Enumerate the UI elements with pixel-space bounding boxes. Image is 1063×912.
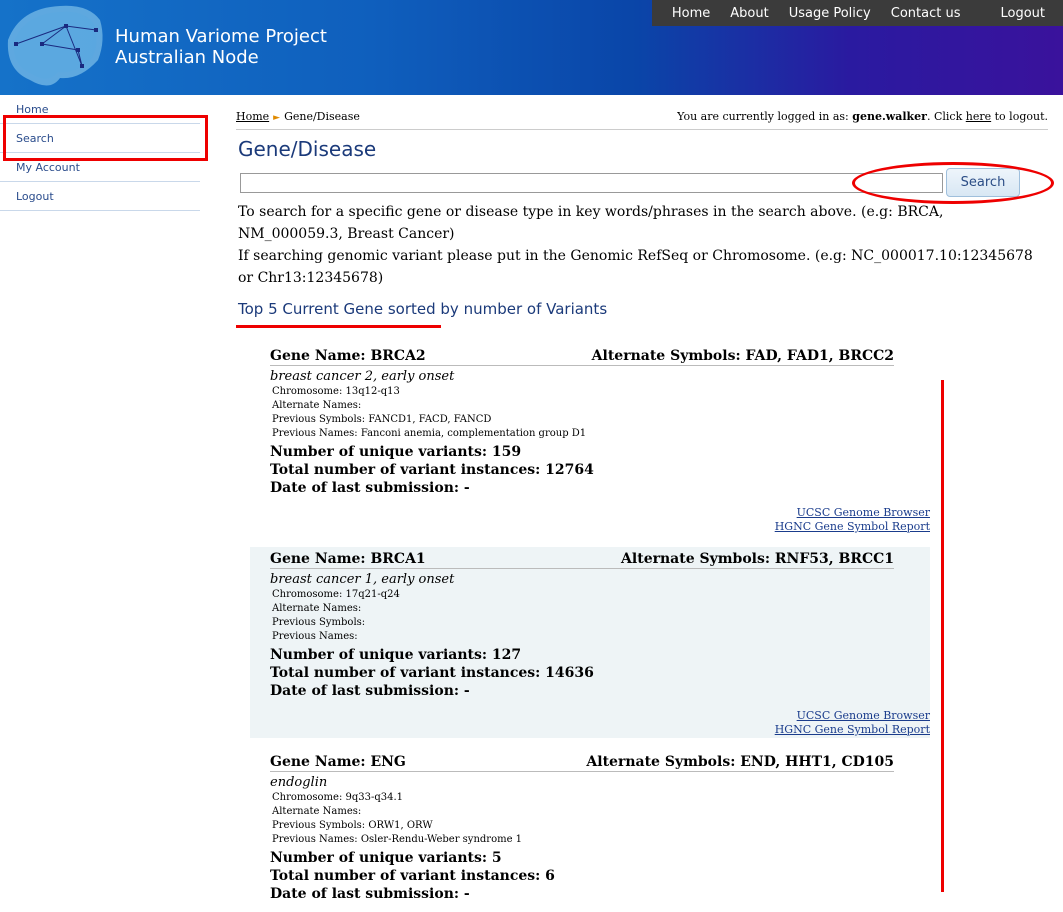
hgnc-report-link[interactable]: HGNC Gene Symbol Report	[270, 520, 930, 534]
gene-alt-names: Alternate Names:	[272, 603, 362, 614]
gene-card: Gene Name: ENG Alternate Symbols: END, H…	[250, 754, 930, 903]
logout-here-link[interactable]: here	[966, 110, 991, 123]
section-title: Top 5 Current Gene sorted by number of V…	[238, 300, 608, 318]
gene-last-submission: Date of last submission: -	[270, 886, 470, 902]
gene-alt-symbols: Alternate Symbols: FAD, FAD1, BRCC2	[591, 348, 894, 364]
gene-total-instances: Total number of variant instances: 14636	[270, 665, 594, 681]
top-nav: Home About Usage Policy Contact us Logou…	[651, 0, 1063, 26]
gene-name: Gene Name: BRCA2	[270, 348, 426, 364]
site-title-line2: Australian Node	[115, 47, 259, 68]
search-input[interactable]	[240, 173, 943, 193]
gene-alt-names: Alternate Names:	[272, 400, 362, 411]
top-nav-logout[interactable]: Logout	[1000, 6, 1045, 21]
login-middle: . Click	[926, 110, 963, 123]
search-help-text: To search for a specific gene or disease…	[238, 201, 1050, 289]
top-nav-home[interactable]: Home	[672, 6, 710, 21]
gene-unique-variants: Number of unique variants: 127	[270, 647, 522, 663]
gene-prev-names: Previous Names: Osler-Rendu-Weber syndro…	[272, 834, 523, 845]
gene-links: UCSC Genome Browser HGNC Gene Symbol Rep…	[270, 709, 930, 737]
gene-total-instances: Total number of variant instances: 12764	[270, 462, 594, 478]
search-help-line2: If searching genomic variant please put …	[238, 248, 1033, 286]
login-suffix: to logout.	[994, 110, 1048, 123]
gene-unique-variants: Number of unique variants: 159	[270, 444, 522, 460]
gene-total-instances: Total number of variant instances: 6	[270, 868, 555, 884]
page-title: Gene/Disease	[238, 137, 377, 161]
gene-prev-names: Previous Names: Fanconi anemia, compleme…	[272, 428, 587, 439]
annotation-underline	[236, 325, 441, 328]
annotation-ellipse-search-button	[852, 162, 1054, 204]
site-title-line1: Human Variome Project	[115, 26, 327, 47]
gene-prev-symbols: Previous Symbols: ORW1, ORW	[272, 820, 433, 831]
gene-meta: Chromosome: 13q12-q13 Alternate Names: P…	[270, 385, 930, 441]
gene-prev-names: Previous Names:	[272, 631, 358, 642]
hvp-logo-icon	[7, 5, 103, 86]
breadcrumb-arrow-icon: ►	[273, 113, 281, 123]
gene-alt-symbols: Alternate Symbols: END, HHT1, CD105	[586, 754, 894, 770]
sidebar-item-logout[interactable]: Logout	[0, 182, 200, 211]
gene-links: UCSC Genome Browser HGNC Gene Symbol Rep…	[270, 506, 930, 534]
gene-meta: Chromosome: 9q33-q34.1 Alternate Names: …	[270, 791, 930, 847]
gene-chromosome: Chromosome: 17q21-q24	[272, 589, 400, 600]
gene-prev-symbols: Previous Symbols:	[272, 617, 366, 628]
sidebar: Home Search My Account Logout	[0, 95, 200, 912]
gene-card-header: Gene Name: BRCA1 Alternate Symbols: RNF5…	[270, 551, 894, 569]
hgnc-report-link[interactable]: HGNC Gene Symbol Report	[270, 723, 930, 737]
login-prefix: You are currently logged in as:	[677, 110, 849, 123]
login-user: gene.walker	[852, 110, 927, 123]
gene-prev-symbols: Previous Symbols: FANCD1, FACD, FANCD	[272, 414, 492, 425]
gene-chromosome: Chromosome: 13q12-q13	[272, 386, 400, 397]
gene-meta: Chromosome: 17q21-q24 Alternate Names: P…	[270, 588, 930, 644]
gene-last-submission: Date of last submission: -	[270, 480, 470, 496]
gene-stats: Number of unique variants: 159 Total num…	[270, 443, 930, 497]
gene-full-name: breast cancer 1, early onset	[270, 572, 455, 587]
gene-alt-symbols: Alternate Symbols: RNF53, BRCC1	[621, 551, 894, 567]
gene-card: Gene Name: BRCA1 Alternate Symbols: RNF5…	[250, 547, 930, 738]
gene-name: Gene Name: ENG	[270, 754, 406, 770]
breadcrumb-home[interactable]: Home	[236, 110, 269, 123]
ucsc-genome-browser-link[interactable]: UCSC Genome Browser	[270, 709, 930, 723]
gene-full-name: endoglin	[270, 775, 328, 790]
gene-chromosome: Chromosome: 9q33-q34.1	[272, 792, 404, 803]
site-header: Human Variome Project Australian Node Ho…	[0, 0, 1063, 95]
top-nav-contact-us[interactable]: Contact us	[891, 6, 961, 21]
gene-card-header: Gene Name: ENG Alternate Symbols: END, H…	[270, 754, 894, 772]
gene-name: Gene Name: BRCA1	[270, 551, 426, 567]
search-help-line1: To search for a specific gene or disease…	[238, 204, 944, 242]
annotation-vertical-line	[941, 380, 944, 892]
annotation-box-search	[3, 115, 208, 161]
breadcrumb-current: Gene/Disease	[284, 110, 360, 123]
ucsc-genome-browser-link[interactable]: UCSC Genome Browser	[270, 506, 930, 520]
gene-stats: Number of unique variants: 127 Total num…	[270, 646, 930, 700]
gene-card-header: Gene Name: BRCA2 Alternate Symbols: FAD,…	[270, 348, 894, 366]
gene-full-name: breast cancer 2, early onset	[270, 369, 455, 384]
gene-stats: Number of unique variants: 5 Total numbe…	[270, 849, 930, 903]
top-nav-about[interactable]: About	[730, 6, 768, 21]
top-nav-usage-policy[interactable]: Usage Policy	[789, 6, 871, 21]
login-status: You are currently logged in as: gene.wal…	[677, 110, 1048, 123]
gene-alt-names: Alternate Names:	[272, 806, 362, 817]
breadcrumb: Home ► Gene/Disease You are currently logg…	[236, 110, 1048, 130]
gene-unique-variants: Number of unique variants: 5	[270, 850, 502, 866]
site-title: Human Variome Project Australian Node	[115, 26, 327, 68]
gene-card: Gene Name: BRCA2 Alternate Symbols: FAD,…	[250, 348, 930, 534]
gene-last-submission: Date of last submission: -	[270, 683, 470, 699]
